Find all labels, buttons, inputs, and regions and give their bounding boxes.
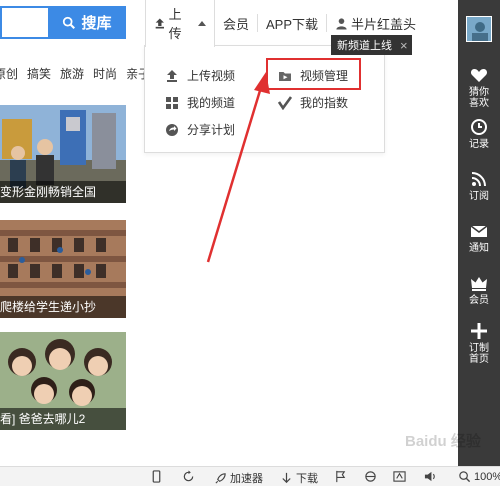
caret-up-icon [198, 20, 206, 26]
avatar[interactable] [466, 16, 492, 42]
download-button[interactable]: 下载 [280, 470, 318, 486]
refresh-icon-button[interactable] [182, 470, 195, 483]
sidebar-history-label: 记录 [469, 139, 489, 150]
share-plan-label: 分享计划 [187, 123, 236, 137]
video-manage-label: 视频管理 [300, 69, 349, 83]
app-download-link[interactable]: APP下载 [258, 0, 326, 46]
video-manage-item[interactable]: 视频管理 [278, 67, 348, 84]
sidebar-item-recommend[interactable]: 猜你 喜欢 [458, 66, 500, 109]
upload-menu[interactable]: 上传 [145, 0, 215, 47]
upload-icon [167, 69, 177, 82]
download-label: 下载 [296, 473, 318, 485]
share-icon [166, 123, 178, 136]
sidebar-customize-label-1: 订制 [469, 343, 489, 354]
sidebar-customize-label-2: 首页 [469, 354, 489, 365]
search-button-label: 搜库 [81, 15, 112, 32]
close-icon[interactable]: × [400, 38, 408, 53]
share-plan-item[interactable]: 分享计划 [165, 121, 235, 138]
magnifier-icon [459, 471, 471, 483]
status-bar: 加速器 下载 100% [0, 466, 500, 486]
app-download-label: APP下载 [266, 16, 319, 32]
sidebar-item-customize[interactable]: 订制 首页 [458, 322, 500, 365]
user-name: 半片红盖头 [351, 16, 417, 32]
upload-icon [155, 18, 164, 28]
accelerator-label: 加速器 [230, 473, 263, 485]
sidebar-notify-label: 通知 [469, 243, 489, 254]
refresh-icon [183, 470, 194, 482]
search-input[interactable] [0, 6, 48, 39]
member-label: 会员 [223, 16, 250, 32]
upload-dropdown: 上传视频 我的频道 分享计划 视频管理 我的指数 [144, 45, 385, 153]
my-channel-label: 我的频道 [187, 96, 236, 110]
grid-icon [166, 96, 178, 109]
phone-icon [152, 470, 161, 483]
avatar-image [467, 17, 491, 41]
check-icon [278, 95, 292, 110]
upload-video-label: 上传视频 [187, 69, 236, 83]
plus-icon [471, 323, 487, 339]
sidebar-item-history[interactable]: 记录 [458, 118, 500, 150]
zoom-level: 100% [474, 470, 500, 483]
sidebar-subscribe-label: 订阅 [469, 191, 489, 202]
translate-icon [393, 471, 406, 482]
mail-icon [470, 225, 488, 237]
crown-icon [471, 277, 487, 291]
upload-label: 上传 [168, 7, 182, 41]
video-thumbnail[interactable]: 变形金刚畅销全国 [0, 105, 126, 203]
category-original[interactable]: 原创 [0, 65, 18, 82]
my-index-item[interactable]: 我的指数 [278, 94, 348, 111]
video-thumbnail[interactable]: 爬楼给学生递小抄 [0, 220, 126, 318]
my-index-label: 我的指数 [300, 96, 349, 110]
category-nav: 原创 搞笑 旅游 时尚 亲子 [0, 65, 150, 82]
search-button[interactable]: 搜库 [48, 6, 126, 39]
mobile-icon-button[interactable] [150, 470, 163, 483]
download-arrow-icon [282, 472, 291, 483]
folder-icon [279, 71, 291, 81]
category-fashion[interactable]: 时尚 [93, 65, 117, 82]
heart-icon [470, 69, 488, 82]
my-channel-item[interactable]: 我的频道 [165, 94, 235, 111]
sidebar-recommend-label-1: 猜你 [469, 87, 489, 98]
category-funny[interactable]: 搞笑 [27, 65, 51, 82]
thumbnail-caption: 爬楼给学生递小抄 [0, 296, 126, 318]
zoom-control[interactable]: 100% [458, 470, 500, 483]
rocket-icon [215, 472, 226, 484]
thumbnail-caption: 变形金刚畅销全国 [0, 181, 126, 203]
rss-icon [471, 172, 486, 187]
user-icon [336, 17, 347, 30]
upload-video-item[interactable]: 上传视频 [165, 67, 235, 84]
sidebar-item-subscribe[interactable]: 订阅 [458, 170, 500, 202]
speaker-icon [424, 471, 435, 482]
ie-icon [365, 471, 376, 482]
flag-icon [336, 470, 346, 483]
clock-icon [471, 119, 487, 135]
member-link[interactable]: 会员 [215, 0, 257, 46]
watermark: Baidu 经验 [405, 433, 481, 450]
translate-button[interactable] [393, 470, 406, 483]
thumbnail-caption: 看] 爸爸去哪儿2 [0, 408, 126, 430]
sidebar-member-label: 会员 [469, 295, 489, 306]
new-channel-tooltip: 新频道上线 × [331, 35, 412, 55]
video-thumbnail[interactable]: 看] 爸爸去哪儿2 [0, 332, 126, 430]
sidebar-item-notify[interactable]: 通知 [458, 222, 500, 254]
sidebar-recommend-label-2: 喜欢 [469, 98, 489, 109]
category-travel[interactable]: 旅游 [60, 65, 84, 82]
search-icon [63, 16, 76, 29]
tooltip-text: 新频道上线 [337, 40, 392, 52]
flag-button[interactable] [334, 470, 347, 483]
ie-button[interactable] [364, 470, 377, 483]
sidebar-item-member[interactable]: 会员 [458, 274, 500, 306]
accelerator-button[interactable]: 加速器 [214, 470, 263, 486]
volume-button[interactable] [424, 470, 437, 483]
